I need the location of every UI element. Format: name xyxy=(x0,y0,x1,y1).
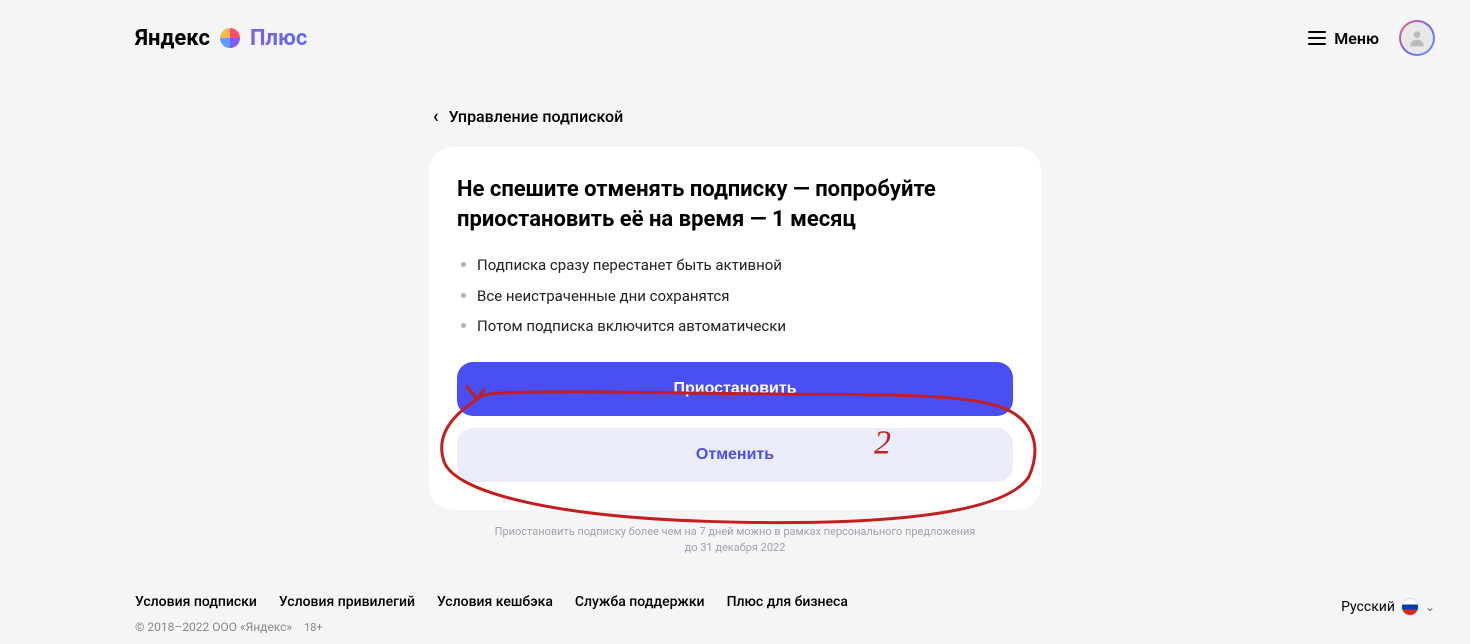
header-right: Меню xyxy=(1308,20,1435,56)
language-selector[interactable]: Русский ⌄ xyxy=(1341,598,1435,616)
page-footer: Условия подписки Условия привилегий Усло… xyxy=(0,594,1470,634)
footer-link-subscription[interactable]: Условия подписки xyxy=(135,594,257,610)
logo-plus-text: Плюс xyxy=(250,26,307,51)
footer-link-business[interactable]: Плюс для бизнеса xyxy=(727,594,848,610)
hamburger-icon xyxy=(1308,31,1326,45)
pause-button[interactable]: Приостановить xyxy=(457,362,1013,416)
avatar[interactable] xyxy=(1399,20,1435,56)
feature-item: Потом подписка включится автоматически xyxy=(457,315,1013,338)
card-title: Не спешите отменять подписку — попробуйт… xyxy=(457,175,1013,234)
footer-link-cashback[interactable]: Условия кешбэка xyxy=(437,594,553,610)
note-line2: до 31 декабря 2022 xyxy=(429,540,1041,557)
feature-item: Все неистраченные дни сохранятся xyxy=(457,285,1013,308)
footer-link-privileges[interactable]: Условия привилегий xyxy=(279,594,415,610)
avatar-placeholder-icon xyxy=(1401,22,1433,54)
footer-links: Условия подписки Условия привилегий Усло… xyxy=(135,594,848,610)
footer-copyright-row: © 2018–2022 ООО «Яндекс» 18+ xyxy=(135,620,848,634)
footer-left: Условия подписки Условия привилегий Усло… xyxy=(135,594,848,634)
subscription-card: Не спешите отменять подписку — попробуйт… xyxy=(429,147,1041,510)
russian-flag-icon xyxy=(1401,598,1419,616)
copyright-text: © 2018–2022 ООО «Яндекс» xyxy=(135,620,292,634)
menu-label: Меню xyxy=(1334,29,1379,48)
age-badge: 18+ xyxy=(304,621,323,634)
logo-yandex-text: Яндекс xyxy=(135,26,210,51)
page-header: Яндекс Плюс Меню xyxy=(0,0,1470,76)
main-content: ‹ Управление подпиской Не спешите отменя… xyxy=(429,106,1041,557)
menu-button[interactable]: Меню xyxy=(1308,29,1379,48)
features-list: Подписка сразу перестанет быть активной … xyxy=(457,254,1013,338)
cancel-button[interactable]: Отменить xyxy=(457,428,1013,482)
breadcrumb-label: Управление подпиской xyxy=(449,107,624,126)
language-label: Русский xyxy=(1341,599,1395,615)
chevron-left-icon: ‹ xyxy=(433,106,439,127)
plus-logo-icon xyxy=(218,26,242,50)
back-link[interactable]: ‹ Управление подпиской xyxy=(429,106,1041,127)
feature-item: Подписка сразу перестанет быть активной xyxy=(457,254,1013,277)
note-line1: Приостановить подписку более чем на 7 дн… xyxy=(429,524,1041,541)
chevron-down-icon: ⌄ xyxy=(1425,600,1435,614)
logo[interactable]: Яндекс Плюс xyxy=(135,26,307,51)
footer-note: Приостановить подписку более чем на 7 дн… xyxy=(429,524,1041,557)
footer-link-support[interactable]: Служба поддержки xyxy=(575,594,705,610)
